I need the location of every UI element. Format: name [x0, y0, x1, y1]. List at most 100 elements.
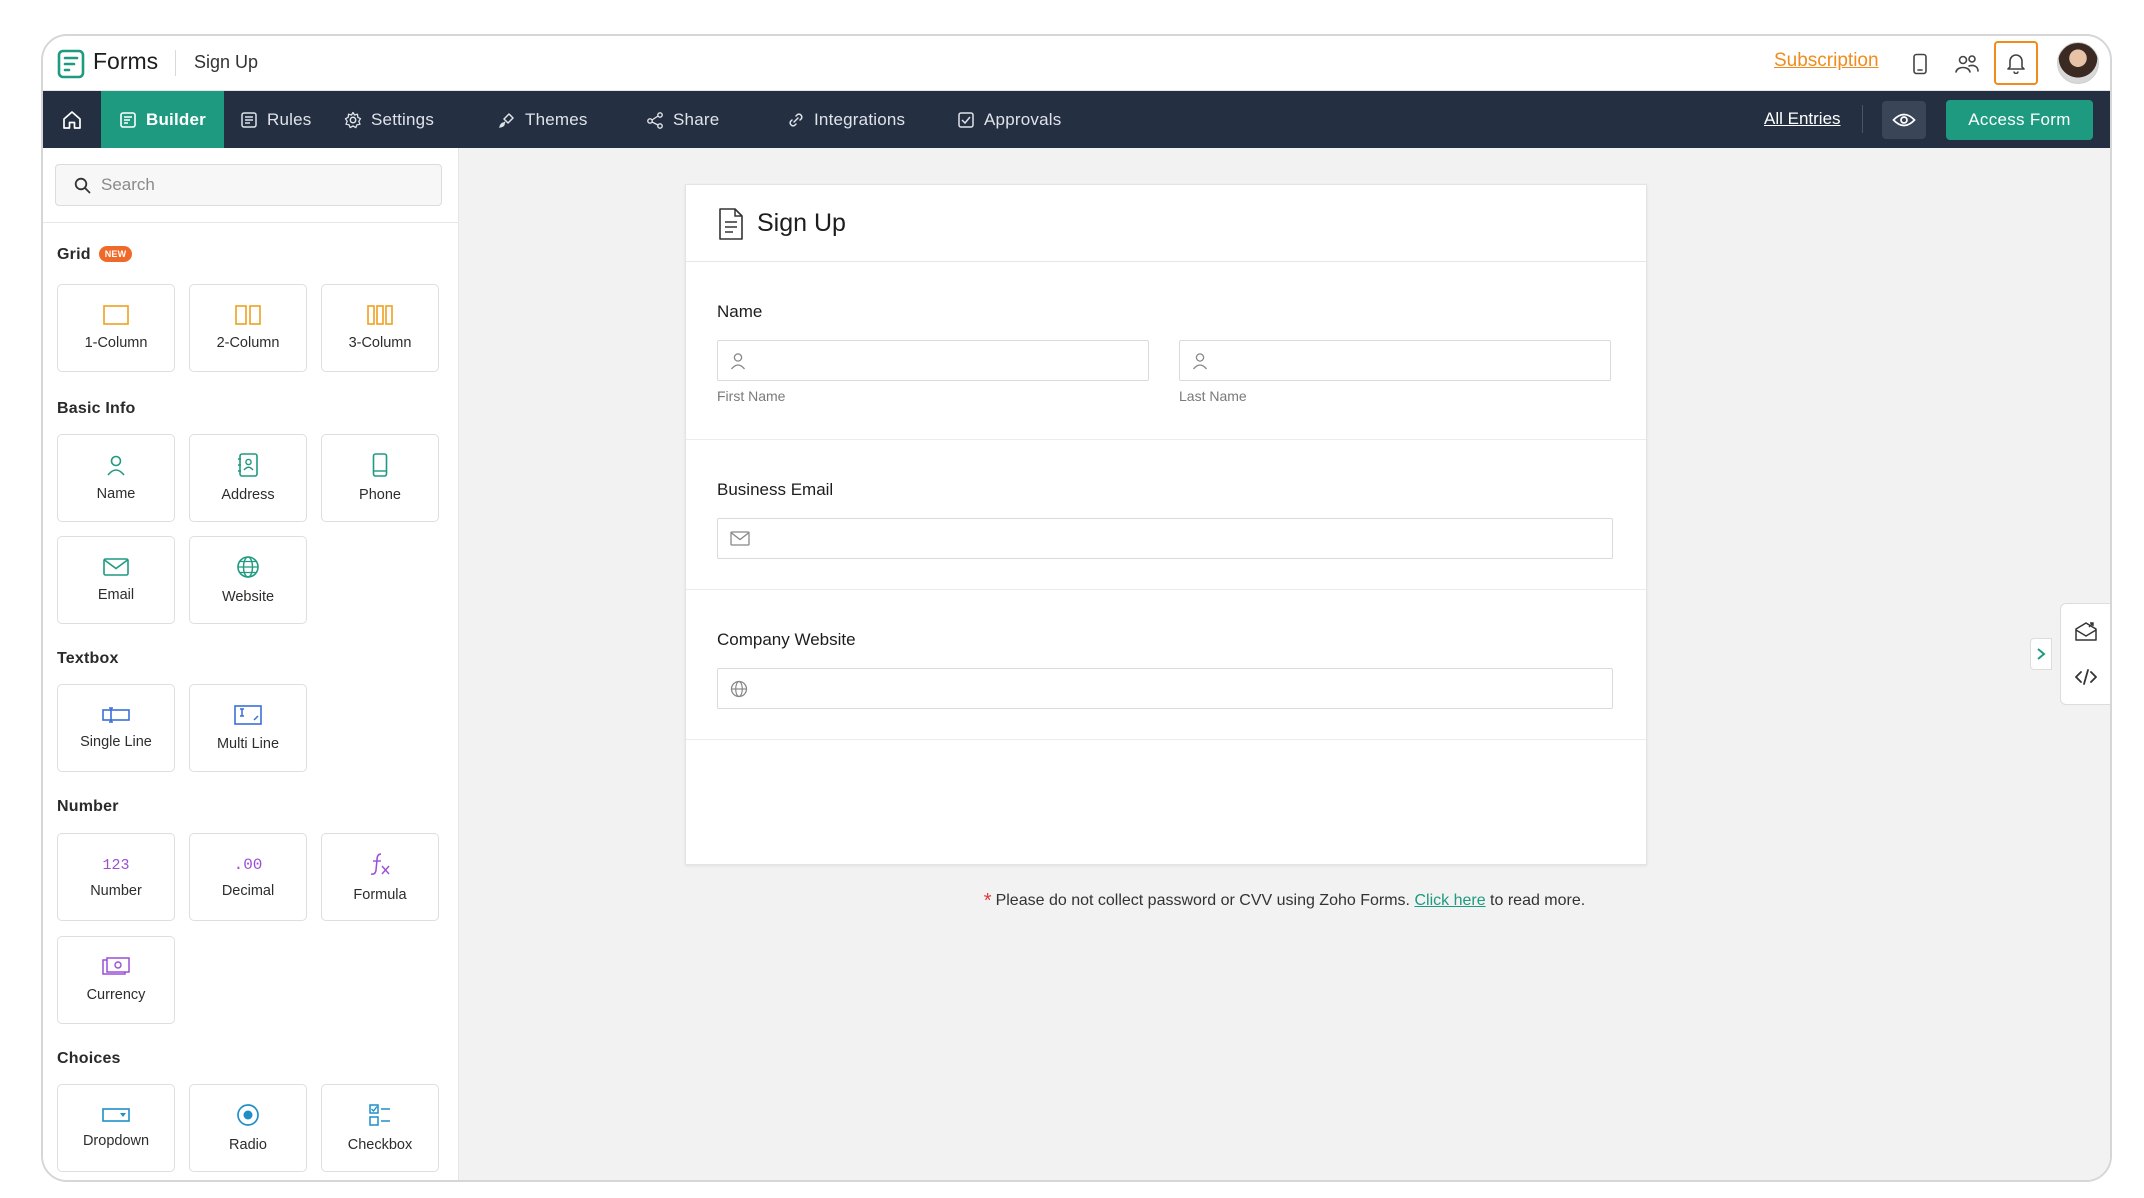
two-column-icon: [235, 305, 261, 325]
form-header[interactable]: Sign Up: [686, 185, 1646, 262]
tile-label: Address: [221, 487, 275, 503]
tile-formula[interactable]: Formula: [321, 833, 439, 921]
approvals-icon: [958, 111, 974, 128]
field-email-section[interactable]: Business Email: [686, 440, 1646, 590]
tile-3-column[interactable]: 3-Column: [321, 284, 439, 372]
tile-currency[interactable]: Currency: [57, 936, 175, 1024]
tab-approvals-label: Approvals: [984, 109, 1062, 129]
mail-share-icon: [2075, 622, 2097, 641]
dropdown-icon: [102, 1108, 130, 1122]
website-field-label: Company Website: [717, 630, 856, 649]
embed-mail-button[interactable]: [2069, 614, 2103, 648]
form-title: Sign Up: [757, 209, 846, 237]
settings-icon: [344, 111, 362, 128]
share-icon: [647, 111, 663, 129]
globe-icon: [730, 680, 748, 697]
tab-rules[interactable]: Rules: [222, 91, 329, 148]
phone-icon: [372, 453, 388, 477]
tile-dropdown[interactable]: Dropdown: [57, 1084, 175, 1172]
person-icon: [107, 455, 125, 476]
single-line-icon: [102, 707, 130, 723]
code-icon: [2075, 669, 2097, 685]
tile-2-column[interactable]: 2-Column: [189, 284, 307, 372]
team-icon[interactable]: [1949, 46, 1985, 82]
rules-icon: [241, 111, 257, 128]
tile-label: 3-Column: [348, 335, 412, 351]
form-name-breadcrumb[interactable]: Sign Up: [194, 52, 258, 73]
section-title-choices: Choices: [57, 1050, 121, 1067]
mobile-preview-icon[interactable]: [1902, 46, 1938, 82]
tab-approvals[interactable]: Approvals: [939, 91, 1079, 148]
themes-icon: [499, 112, 514, 128]
tile-decimal[interactable]: .00 Decimal: [189, 833, 307, 921]
subscription-link[interactable]: Subscription: [1774, 50, 1879, 72]
number-123-icon: 123: [102, 857, 129, 873]
panel-expand-toggle[interactable]: [2030, 638, 2052, 670]
tile-phone[interactable]: Phone: [321, 434, 439, 522]
tile-address[interactable]: Address: [189, 434, 307, 522]
tile-1-column[interactable]: 1-Column: [57, 284, 175, 372]
person-icon: [1192, 352, 1208, 369]
top-header: Forms Sign Up Subscription: [43, 36, 2110, 91]
tab-settings[interactable]: Settings: [326, 91, 452, 148]
notification-bell-icon[interactable]: [1994, 41, 2038, 85]
nav-divider: [1862, 105, 1863, 133]
tile-email[interactable]: Email: [57, 536, 175, 624]
note-text-after: to read more.: [1490, 892, 1586, 909]
tile-label: Website: [221, 589, 275, 605]
new-badge: NEW: [98, 246, 133, 262]
first-name-sublabel: First Name: [717, 388, 786, 404]
tile-label: Formula: [353, 887, 407, 903]
access-form-button[interactable]: Access Form: [1946, 100, 2093, 140]
tab-integrations[interactable]: Integrations: [769, 91, 923, 148]
user-avatar[interactable]: [2057, 42, 2099, 84]
embed-code-button[interactable]: [2069, 660, 2103, 694]
tile-label: Name: [96, 486, 136, 502]
tab-themes-label: Themes: [525, 109, 588, 129]
header-divider: [175, 50, 176, 76]
tile-label: 1-Column: [84, 335, 148, 351]
section-title-textbox: Textbox: [57, 650, 119, 667]
tile-label: Number: [90, 883, 142, 899]
field-palette-sidebar: Grid NEW 1-Column 2-Column 3-Column Basic…: [43, 148, 459, 1180]
person-icon: [730, 352, 746, 369]
tab-builder[interactable]: Builder: [101, 91, 224, 148]
last-name-input[interactable]: [1179, 340, 1611, 381]
search-input[interactable]: [101, 175, 421, 195]
tile-number[interactable]: 123 Number: [57, 833, 175, 921]
home-button[interactable]: [43, 91, 101, 148]
first-name-input[interactable]: [717, 340, 1149, 381]
tab-themes[interactable]: Themes: [480, 91, 606, 148]
field-website-section[interactable]: Company Website: [686, 590, 1646, 740]
tile-radio[interactable]: Radio: [189, 1084, 307, 1172]
company-website-input[interactable]: [717, 668, 1613, 709]
search-box[interactable]: [55, 164, 442, 206]
form-canvas: Sign Up Name First Name Last Name Busine…: [459, 148, 2110, 1180]
radio-icon: [237, 1104, 259, 1126]
section-title-grid-text: Grid: [57, 246, 91, 263]
tile-label: Checkbox: [347, 1137, 413, 1153]
tile-single-line[interactable]: Single Line: [57, 684, 175, 772]
tile-multi-line[interactable]: Multi Line: [189, 684, 307, 772]
tile-checkbox[interactable]: Checkbox: [321, 1084, 439, 1172]
click-here-link[interactable]: Click here: [1414, 892, 1485, 909]
business-email-input[interactable]: [717, 518, 1613, 559]
tile-website[interactable]: Website: [189, 536, 307, 624]
tab-rules-label: Rules: [267, 109, 312, 129]
tab-share[interactable]: Share: [628, 91, 737, 148]
field-name-section[interactable]: Name First Name Last Name: [686, 262, 1646, 440]
email-field-label: Business Email: [717, 480, 834, 499]
tile-name[interactable]: Name: [57, 434, 175, 522]
search-icon: [74, 177, 91, 193]
tile-label: Email: [97, 587, 135, 603]
note-asterisk: *: [983, 890, 992, 912]
multi-line-icon: [234, 705, 262, 725]
all-entries-link[interactable]: All Entries: [1764, 109, 1841, 129]
main-nav: Builder Rules Settings Themes Share Inte…: [43, 91, 2110, 148]
note-text: Please do not collect password or CVV us…: [995, 892, 1410, 909]
preview-button[interactable]: [1882, 101, 1926, 139]
chevron-right-icon: [2037, 648, 2046, 660]
document-icon: [719, 208, 743, 240]
address-book-icon: [238, 453, 258, 477]
forms-logo-icon: [57, 49, 85, 79]
